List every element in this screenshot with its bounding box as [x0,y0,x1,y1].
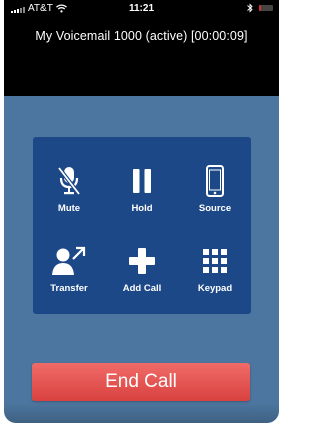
transfer-person-icon [52,246,86,275]
status-bar: AT&T 11:21 [4,0,279,18]
keypad-label: Keypad [197,283,233,294]
bottom-shade [4,403,279,423]
mute-microphone-icon [57,166,81,196]
hold-button[interactable]: Hold [106,151,178,223]
battery-icon [259,5,273,11]
add-call-label: Add Call [122,283,162,294]
add-call-button[interactable]: Add Call [106,231,178,303]
hold-label: Hold [131,203,153,214]
transfer-label: Transfer [50,283,88,294]
plus-icon [129,248,155,274]
end-call-button[interactable]: End Call [32,363,250,401]
keypad-button[interactable]: Keypad [179,231,251,303]
source-button[interactable]: Source [179,151,251,223]
mute-button[interactable]: Mute [33,151,105,223]
status-time: 11:21 [128,3,155,14]
transfer-button[interactable]: Transfer [33,231,105,303]
pause-icon [133,169,151,193]
keypad-icon [203,249,227,273]
bluetooth-icon [247,3,253,13]
mute-label: Mute [57,203,81,214]
status-right [247,3,273,13]
battery-level [259,5,262,11]
call-controls-panel: Mute Hold Source Transfer Add Call Keypa… [33,137,251,314]
call-screen: AT&T 11:21 My Voicemail 1000 (active) [0… [4,0,279,423]
phone-device-icon [206,165,224,197]
call-title: My Voicemail 1000 (active) [00:00:09] [35,29,248,43]
source-label: Source [198,203,232,214]
